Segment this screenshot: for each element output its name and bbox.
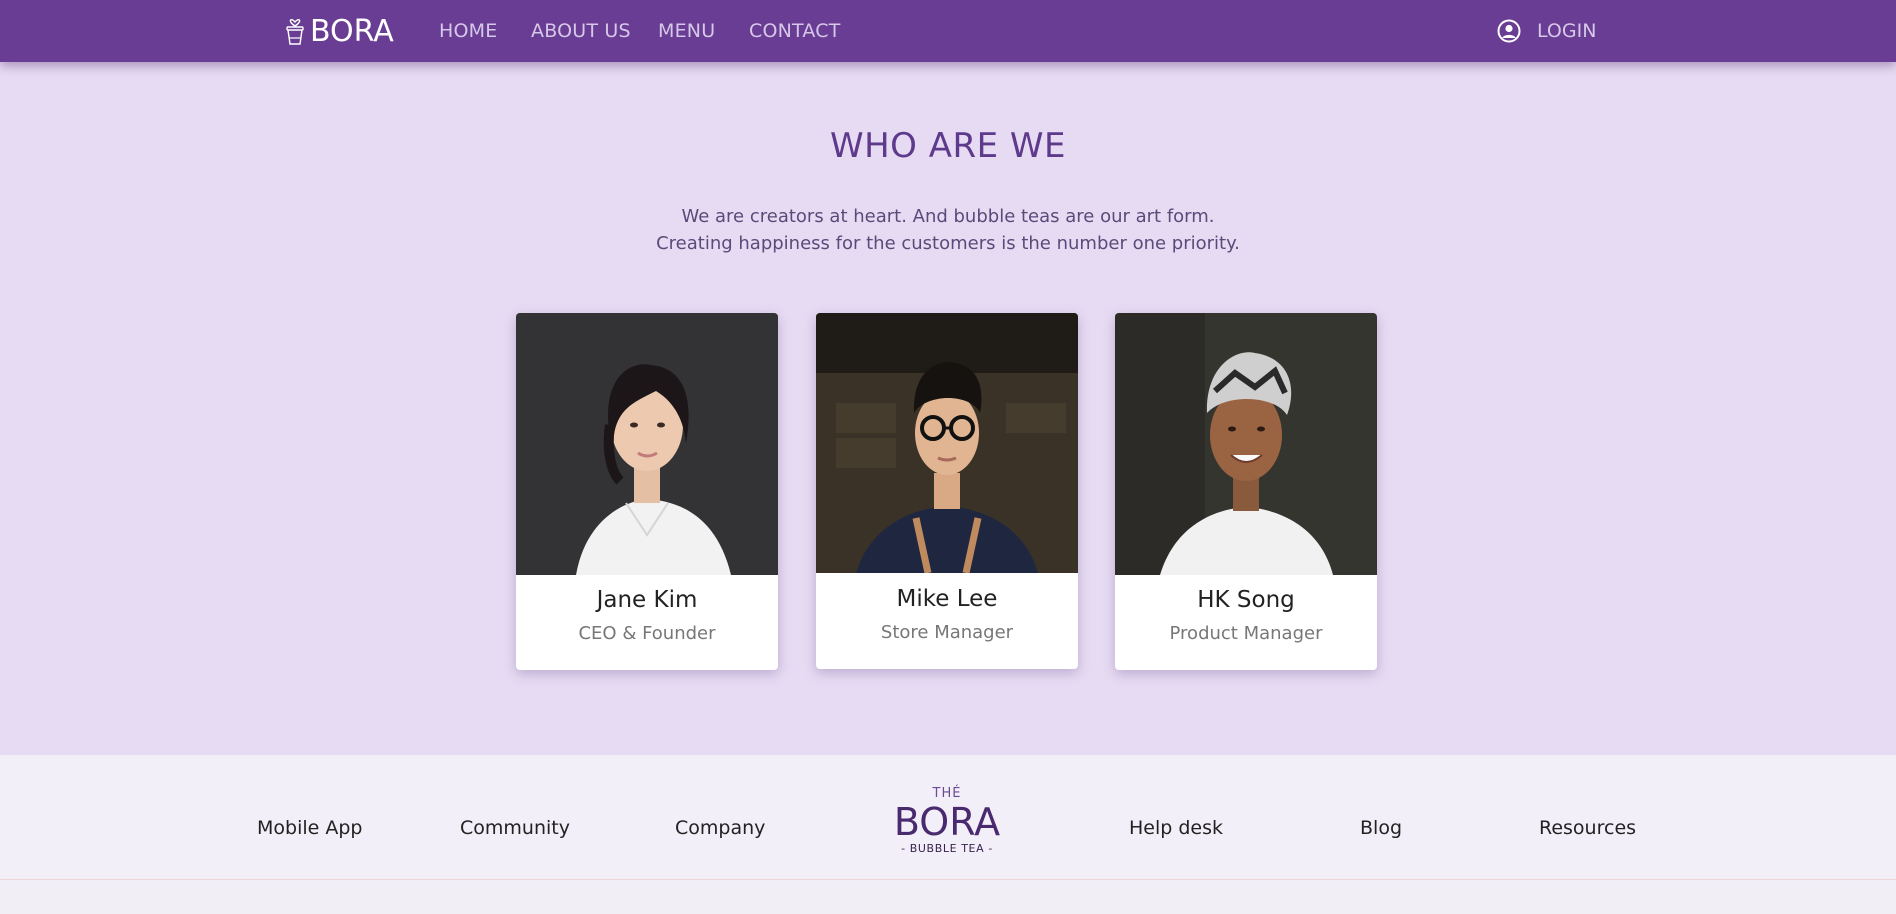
footer-logo-sub: - BUBBLE TEA - xyxy=(901,842,993,855)
about-text-line-2: Creating happiness for the customers is … xyxy=(656,233,1240,254)
page-bottom-strip xyxy=(0,881,1896,914)
user-circle-icon xyxy=(1497,19,1521,43)
footer-logo-text: BORA xyxy=(894,801,1000,841)
bubble-tea-cup-icon xyxy=(286,19,304,45)
brand-text: BORA xyxy=(310,15,394,45)
section-title: WHO ARE WE xyxy=(829,126,1067,166)
footer-link-help-desk[interactable]: Help desk xyxy=(1129,817,1223,839)
nav-menu[interactable]: MENU xyxy=(658,20,715,42)
nav-contact[interactable]: CONTACT xyxy=(749,20,841,42)
footer-logo-top: THÉ xyxy=(932,786,962,801)
footer-link-company[interactable]: Company xyxy=(675,817,765,839)
footer-link-community[interactable]: Community xyxy=(460,817,570,839)
top-navbar: BORA HOME ABOUT US MENU CONTACT LOGIN xyxy=(0,0,1896,62)
footer-link-resources[interactable]: Resources xyxy=(1539,817,1636,839)
about-section: WHO ARE WE We are creators at heart. And… xyxy=(0,62,1896,755)
brand-logo[interactable]: BORA xyxy=(284,14,402,46)
team-member-photo xyxy=(516,313,778,575)
nav-home[interactable]: HOME xyxy=(439,20,497,42)
team-member-photo xyxy=(816,313,1078,573)
brand-wordmark: BORA xyxy=(310,15,394,45)
team-member-name: Jane Kim xyxy=(596,587,698,613)
footer-link-blog[interactable]: Blog xyxy=(1360,817,1402,839)
footer-link-mobile-app[interactable]: Mobile App xyxy=(257,817,362,839)
team-member-name: Mike Lee xyxy=(896,586,998,612)
team-member-role: Product Manager xyxy=(1169,623,1323,644)
team-card: Jane Kim CEO & Founder xyxy=(516,313,778,670)
footer-logo-wordmark: BORA xyxy=(894,801,1000,841)
login-label: LOGIN xyxy=(1537,20,1597,42)
team-card: HK Song Product Manager xyxy=(1115,313,1377,670)
team-member-role: Store Manager xyxy=(880,622,1014,643)
about-text-line-1: We are creators at heart. And bubble tea… xyxy=(681,206,1215,227)
site-footer: Mobile App Community Company THÉ BORA - … xyxy=(0,755,1896,880)
login-button[interactable]: LOGIN xyxy=(1497,19,1596,43)
footer-logo[interactable]: THÉ BORA - BUBBLE TEA - xyxy=(886,786,1008,864)
team-card: Mike Lee Store Manager xyxy=(816,313,1078,669)
team-member-name: HK Song xyxy=(1197,587,1295,613)
team-member-role: CEO & Founder xyxy=(578,623,716,644)
nav-about-us[interactable]: ABOUT US xyxy=(531,20,631,42)
team-member-photo xyxy=(1115,313,1377,575)
